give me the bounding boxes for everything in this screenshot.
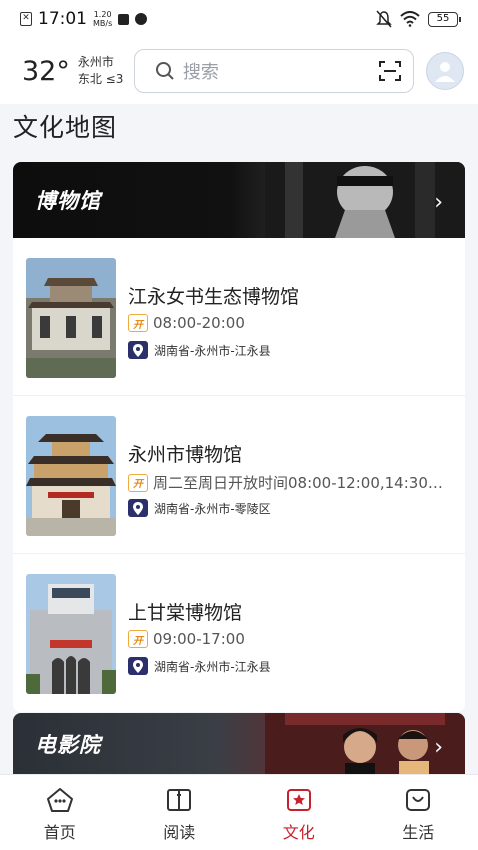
cinema-banner[interactable]: 电影院 › bbox=[13, 713, 465, 774]
avatar[interactable] bbox=[426, 52, 464, 90]
battery-indicator: 55 bbox=[428, 11, 461, 27]
museum-name: 江永女书生态博物馆 bbox=[128, 286, 300, 308]
city-name: 永州市 bbox=[77, 55, 114, 69]
net-speed-value: 1.20 bbox=[93, 10, 112, 19]
tab-label: 首页 bbox=[43, 823, 76, 842]
opening-hours: 开 周二至周日开放时间08:00-12:00,14:30-17:30 bbox=[128, 472, 448, 493]
search-bar[interactable]: 搜索 bbox=[133, 49, 414, 93]
tab-label: 文化 bbox=[282, 823, 315, 842]
hours-text: 09:00-17:00 bbox=[153, 630, 245, 648]
tab-reading[interactable]: 阅读 bbox=[120, 775, 240, 850]
museum-photo bbox=[26, 574, 116, 694]
page-title: 文化地图 bbox=[13, 113, 118, 142]
book-icon bbox=[167, 789, 192, 811]
list-item[interactable]: 上甘棠博物馆 开 09:00-17:00 湖南省-永州市-江永县 bbox=[13, 554, 465, 712]
list-item[interactable]: 永州市博物馆 开 周二至周日开放时间08:00-12:00,14:30-17:3… bbox=[13, 396, 465, 554]
tab-home[interactable]: 首页 bbox=[0, 775, 120, 850]
address: 湖南省-永州市-江永县 bbox=[128, 341, 271, 359]
address-text: 湖南省-永州市-零陵区 bbox=[154, 501, 271, 516]
life-icon bbox=[406, 789, 431, 811]
museum-name: 上甘棠博物馆 bbox=[128, 602, 243, 624]
address: 湖南省-永州市-零陵区 bbox=[128, 499, 271, 517]
no-sim-icon: ✕ bbox=[20, 12, 32, 26]
tab-label: 生活 bbox=[402, 823, 435, 842]
mute-icon bbox=[376, 10, 392, 28]
weather-location[interactable]: 永州市 东北 ≤3 bbox=[78, 54, 134, 88]
home-icon bbox=[46, 788, 73, 812]
user-icon bbox=[435, 62, 455, 82]
hours-text: 周二至周日开放时间08:00-12:00,14:30-17:30 bbox=[153, 474, 448, 492]
status-bar: ✕ 17:01 1.20 MB/s 55 bbox=[0, 0, 478, 38]
network-speed: 1.20 MB/s bbox=[93, 10, 112, 28]
scan-icon[interactable] bbox=[378, 60, 401, 82]
address: 湖南省-永州市-江永县 bbox=[128, 657, 271, 675]
search-input[interactable]: 搜索 bbox=[183, 58, 379, 84]
list-item[interactable]: 江永女书生态博物馆 开 08:00-20:00 湖南省-永州市-江永县 bbox=[13, 238, 465, 396]
museum-photo bbox=[26, 416, 116, 536]
tab-life[interactable]: 生活 bbox=[359, 775, 478, 850]
tab-label: 阅读 bbox=[163, 823, 196, 842]
status-time: 17:01 bbox=[38, 9, 87, 29]
net-speed-unit: MB/s bbox=[93, 19, 113, 28]
museum-card: 博物馆 › 江永女书生态博物馆 开 08:00-20:00 湖南省-永州市-江永… bbox=[13, 162, 465, 712]
opening-hours: 开 09:00-17:00 bbox=[128, 630, 448, 648]
culture-star-icon bbox=[286, 789, 311, 811]
museum-name: 永州市博物馆 bbox=[128, 444, 243, 466]
cinema-section-title: 电影院 bbox=[35, 732, 101, 757]
museum-section-title: 博物馆 bbox=[35, 189, 101, 213]
open-hours-icon: 开 bbox=[128, 630, 148, 648]
museum-banner[interactable]: 博物馆 › bbox=[13, 162, 465, 238]
address-text: 湖南省-永州市-江永县 bbox=[154, 659, 271, 674]
wind-info: 东北 ≤3 bbox=[77, 72, 124, 86]
address-text: 湖南省-永州市-江永县 bbox=[154, 343, 271, 358]
temperature: 32° bbox=[22, 55, 70, 87]
search-icon bbox=[155, 62, 174, 80]
chevron-right-icon: › bbox=[434, 735, 443, 760]
open-hours-icon: 开 bbox=[128, 473, 148, 492]
open-hours-icon: 开 bbox=[128, 314, 148, 332]
bottom-nav: 首页 阅读 文化 生活 bbox=[0, 774, 478, 850]
opening-hours: 开 08:00-20:00 bbox=[128, 314, 448, 332]
chevron-right-icon: › bbox=[434, 190, 443, 215]
notification-ball-icon bbox=[135, 13, 148, 25]
museum-photo bbox=[26, 258, 116, 378]
cinema-card: 电影院 › bbox=[13, 713, 465, 774]
tab-culture[interactable]: 文化 bbox=[239, 775, 359, 850]
location-pin-icon bbox=[128, 657, 148, 675]
header: 32° 永州市 东北 ≤3 搜索 bbox=[0, 38, 478, 104]
notification-app-icon bbox=[118, 13, 130, 25]
wifi-icon bbox=[400, 11, 420, 27]
location-pin-icon bbox=[128, 341, 148, 359]
hours-text: 08:00-20:00 bbox=[153, 314, 245, 332]
location-pin-icon bbox=[128, 499, 148, 517]
